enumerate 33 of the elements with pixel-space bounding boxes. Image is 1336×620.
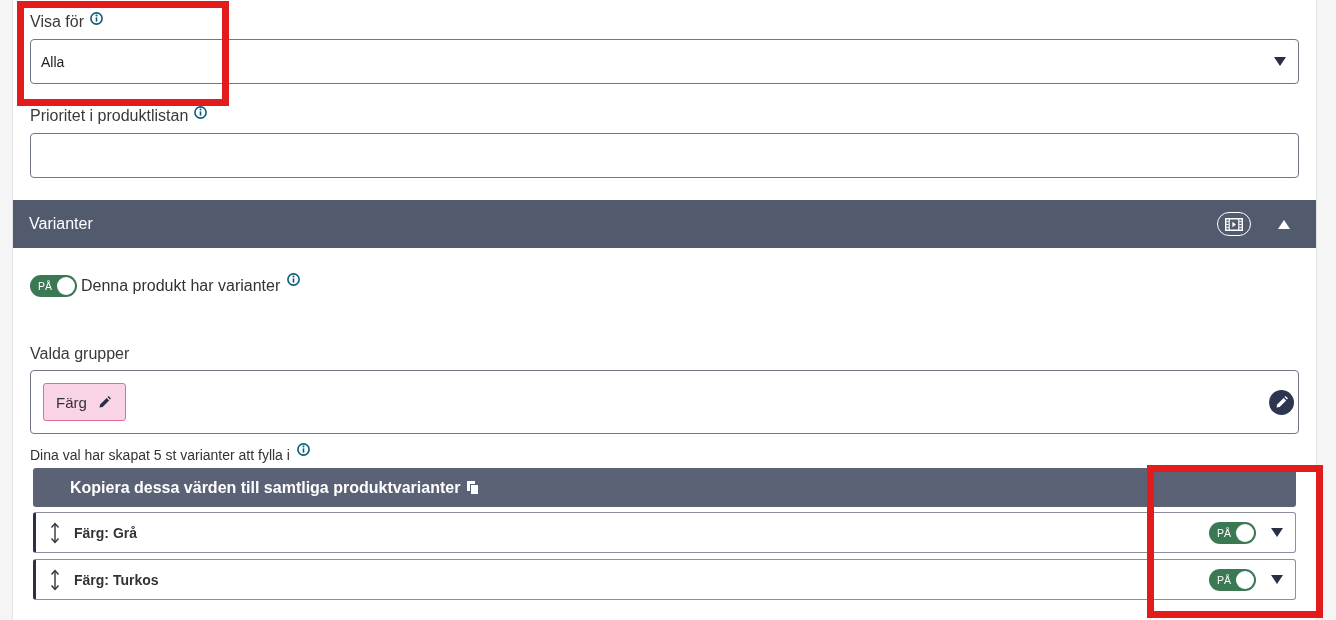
toggle-switch[interactable]: PÅ: [1209, 521, 1256, 544]
info-icon[interactable]: [194, 106, 208, 119]
field-label: Prioritet i produktlistan: [30, 106, 189, 126]
up-down-arrow-icon[interactable]: [50, 568, 60, 591]
info-icon[interactable]: [296, 443, 310, 456]
field-label: Visa för: [30, 12, 84, 32]
edit-button[interactable]: [1269, 389, 1294, 415]
pencil-icon: [98, 396, 111, 408]
info-icon[interactable]: [89, 12, 103, 25]
copy-icon: [467, 480, 480, 495]
film-icon: [1225, 217, 1243, 231]
pencil-icon: [1275, 396, 1288, 408]
section-title: Varianter: [29, 215, 93, 233]
copy-values-button[interactable]: Kopiera dessa värden till samtliga produktvarianter: [33, 468, 1296, 507]
caret-down-icon[interactable]: [1271, 528, 1283, 537]
group-chip[interactable]: Färg: [43, 383, 126, 421]
caret-down-icon[interactable]: [1271, 575, 1283, 584]
section-header[interactable]: Varianter: [13, 200, 1316, 248]
toggle-switch[interactable]: PÅ: [30, 275, 77, 297]
info-icon[interactable]: [287, 273, 301, 286]
select-field[interactable]: Alla: [30, 39, 1299, 84]
toggle-switch[interactable]: PÅ: [1209, 568, 1256, 591]
variant-row[interactable]: Färg: Turkos PÅ: [33, 559, 1296, 600]
caret-up-icon[interactable]: [1278, 219, 1290, 229]
summary-text: Dina val har skapat 5 st varianter att fylla i: [30, 446, 290, 464]
variant-row[interactable]: Färg: Grå PÅ: [33, 512, 1296, 553]
up-down-arrow-icon[interactable]: [50, 521, 60, 544]
variant-title: Färg: Grå: [74, 524, 137, 541]
toggle-label: Denna produkt har varianter: [81, 276, 281, 296]
variant-title: Färg: Turkos: [74, 571, 159, 588]
field-label: Valda grupper: [30, 344, 130, 364]
caret-down-icon: [1274, 57, 1286, 66]
text-input-field[interactable]: [30, 133, 1299, 178]
